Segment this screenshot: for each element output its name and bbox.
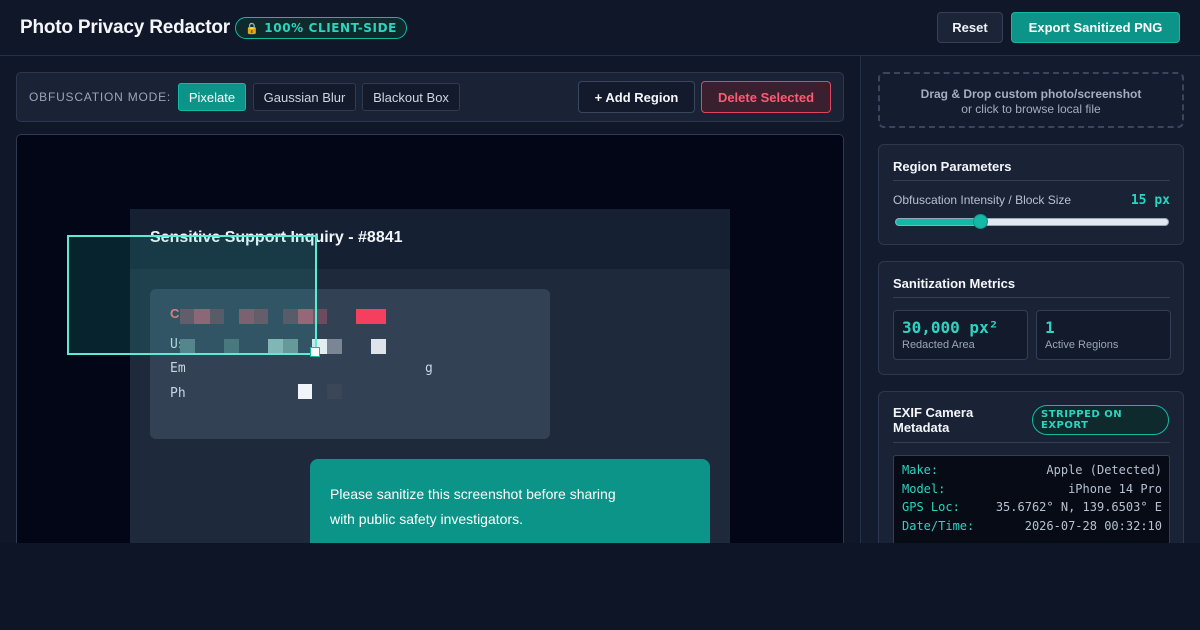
exif-key: Date/Time: (902, 519, 975, 533)
client-side-badge-text: 100% CLIENT-SIDE (264, 21, 397, 35)
region-parameters-title: Region Parameters (893, 159, 1012, 174)
pixel-block (356, 309, 386, 324)
photo-dropzone[interactable]: Drag & Drop custom photo/screenshot or c… (878, 72, 1184, 128)
exif-key: Model: (902, 482, 946, 496)
card-line-email: Em (170, 361, 186, 376)
active-regions-metric: 1 Active Regions (1036, 310, 1171, 360)
redacted-area-value: 30,000 px² (902, 318, 999, 337)
exif-row-make: Make: Apple (Detected) (902, 463, 1162, 481)
card-line-email-tail: g (425, 361, 433, 376)
exif-row-datetime: Date/Time: 2026-07-28 00:32:10 (902, 519, 1162, 537)
dropzone-main-text: Drag & Drop custom photo/screenshot (920, 87, 1142, 101)
exif-key: Make: (902, 463, 939, 477)
chat-bubble-line: with public safety investigators. (330, 511, 523, 527)
app-window: Photo Privacy Redactor 🔒 100% CLIENT-SID… (0, 0, 1200, 543)
stripped-on-export-badge: STRIPPED ON EXPORT (1032, 405, 1169, 435)
active-regions-value: 1 (1045, 318, 1055, 337)
chat-bubble-line: Please sanitize this screenshot before s… (330, 486, 616, 502)
redacted-area-label: Redacted Area (902, 339, 975, 351)
pixel-block (327, 339, 342, 354)
exif-value: 35.6762° N, 139.6503° E (995, 500, 1162, 514)
intensity-label: Obfuscation Intensity / Block Size (893, 193, 1072, 207)
settings-sidebar: Drag & Drop custom photo/screenshot or c… (860, 56, 1200, 543)
mode-gaussian-blur-button[interactable]: Gaussian Blur (253, 83, 356, 111)
redacted-area-metric: 30,000 px² Redacted Area (893, 310, 1028, 360)
card-line-phone: Ph (170, 386, 186, 401)
region-parameters-panel: Region Parameters Obfuscation Intensity … (878, 144, 1184, 245)
intensity-slider-thumb[interactable] (973, 214, 989, 229)
pixel-block (327, 384, 342, 399)
intensity-slider-fill (896, 219, 981, 225)
exif-row-gps: GPS Loc: 35.6762° N, 139.6503° E (902, 500, 1162, 518)
export-sanitized-png-button[interactable]: Export Sanitized PNG (1011, 12, 1180, 43)
app-title: Photo Privacy Redactor (20, 17, 230, 38)
exif-value: 2026-07-28 00:32:10 (1024, 519, 1162, 533)
image-canvas[interactable]: Sensitive Support Inquiry - #8841 C Us E… (16, 134, 844, 543)
obfuscation-toolbar: OBFUSCATION MODE: Pixelate Gaussian Blur… (16, 72, 844, 122)
pixel-block (371, 339, 386, 354)
intensity-value: 15 px (1130, 193, 1170, 208)
resize-handle[interactable] (310, 347, 320, 357)
exif-value: iPhone 14 Pro (1068, 482, 1162, 496)
sanitization-metrics-panel: Sanitization Metrics 30,000 px² Redacted… (878, 261, 1184, 375)
mode-blackout-box-button[interactable]: Blackout Box (362, 83, 460, 111)
panel-divider (893, 442, 1170, 443)
lock-icon: 🔒 (245, 21, 260, 35)
reset-button[interactable]: Reset (937, 12, 1003, 43)
panel-divider (893, 180, 1170, 181)
exif-row-model: Model: iPhone 14 Pro (902, 482, 1162, 500)
exif-title: EXIF Camera Metadata (893, 405, 974, 435)
chat-bubble: Please sanitize this screenshot before s… (310, 459, 710, 543)
delete-selected-button[interactable]: Delete Selected (701, 81, 831, 113)
exif-table: Make: Apple (Detected) Model: iPhone 14 … (893, 455, 1170, 543)
obfuscation-mode-label: OBFUSCATION MODE: (29, 90, 172, 104)
active-regions-label: Active Regions (1045, 339, 1119, 351)
mode-pixelate-button[interactable]: Pixelate (178, 83, 246, 111)
editor-area: OBFUSCATION MODE: Pixelate Gaussian Blur… (0, 56, 860, 543)
exif-key: GPS Loc: (902, 500, 960, 514)
exif-metadata-panel: EXIF Camera Metadata STRIPPED ON EXPORT … (878, 391, 1184, 543)
selected-redaction-region[interactable] (67, 235, 317, 355)
dropzone-sub-text: or click to browse local file (961, 102, 1101, 116)
intensity-slider-track[interactable] (895, 218, 1169, 226)
pixel-block (298, 384, 312, 399)
client-side-badge: 🔒 100% CLIENT-SIDE (235, 17, 407, 39)
app-header: Photo Privacy Redactor 🔒 100% CLIENT-SID… (0, 0, 1200, 56)
exif-value: Apple (Detected) (1046, 463, 1162, 477)
panel-divider (893, 297, 1170, 298)
add-region-button[interactable]: + Add Region (578, 81, 695, 113)
sanitization-metrics-title: Sanitization Metrics (893, 276, 1016, 291)
